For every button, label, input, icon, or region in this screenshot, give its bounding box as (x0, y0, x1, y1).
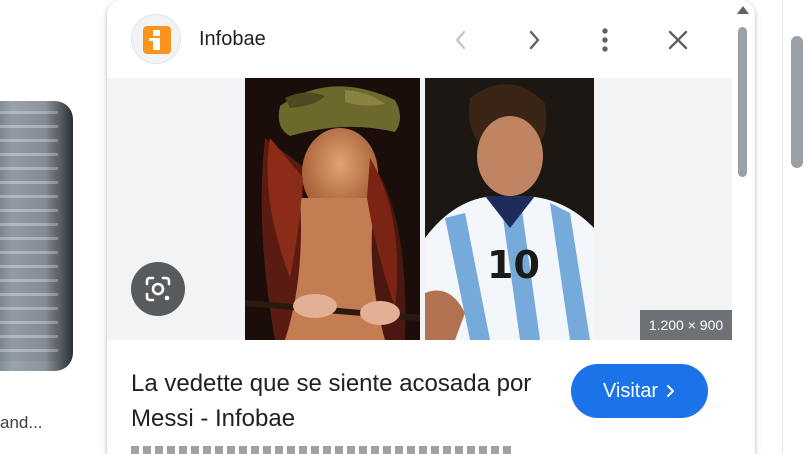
svg-text:10: 10 (487, 243, 540, 287)
preview-image-woman (245, 78, 420, 340)
close-button[interactable] (660, 22, 696, 58)
image-preview-panel: Infobae 10 1.200 × 900 La vedette que se… (107, 0, 755, 454)
source-name[interactable]: Infobae (199, 28, 266, 51)
infobae-logo-icon[interactable] (131, 14, 181, 64)
previous-button[interactable] (443, 22, 479, 58)
chevron-left-icon (455, 30, 466, 50)
google-lens-button[interactable] (131, 262, 185, 316)
result-description-cut-off (131, 446, 511, 454)
background-result-caption[interactable]: and... (0, 413, 43, 433)
thumbnail-document-image (0, 111, 58, 361)
panel-scrollbar-thumb[interactable] (738, 27, 747, 177)
image-preview-area[interactable]: 10 1.200 × 900 (107, 78, 732, 340)
visit-button[interactable]: Visitar (571, 364, 708, 418)
page-scrollbar-thumb[interactable] (791, 36, 803, 168)
scroll-up-arrow-icon[interactable] (737, 6, 749, 14)
next-button[interactable] (516, 22, 552, 58)
search-results-page: and... Infobae 10 1.200 × 900 La vedette… (0, 0, 808, 454)
background-result-thumbnail[interactable] (0, 101, 73, 371)
visit-button-label: Visitar (602, 379, 659, 402)
logo-mark (143, 26, 171, 54)
google-lens-icon (145, 276, 171, 302)
chevron-right-icon (529, 30, 540, 50)
image-dimensions-label: 1.200 × 900 (640, 310, 732, 340)
preview-image-football-player: 10 (425, 78, 594, 340)
more-vert-icon (602, 28, 608, 52)
panel-scrollbar[interactable] (736, 0, 750, 454)
page-scrollbar[interactable] (782, 0, 808, 454)
more-options-button[interactable] (587, 22, 623, 58)
panel-header: Infobae (107, 0, 755, 78)
close-icon (668, 30, 688, 50)
chevron-right-small-icon (667, 385, 675, 397)
result-title[interactable]: La vedette que se siente acosada por Mes… (131, 366, 551, 436)
